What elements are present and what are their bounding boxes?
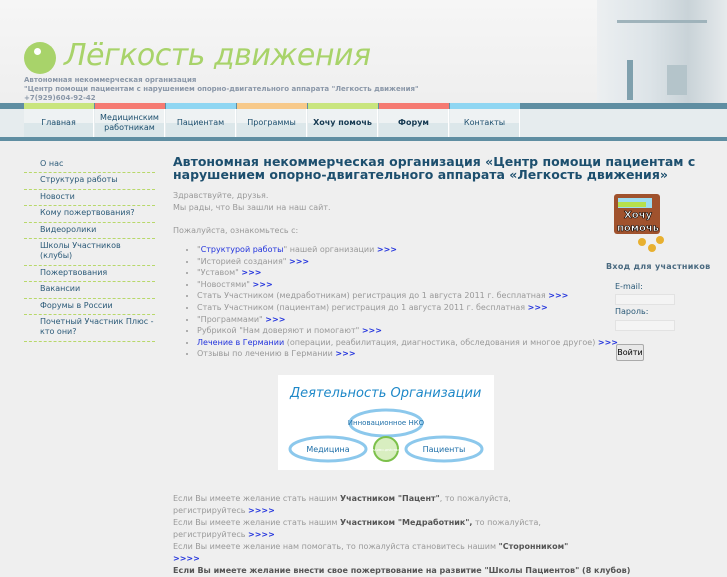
register-patient-link[interactable]: >>>> <box>248 506 275 515</box>
nav-item[interactable]: Контакты <box>450 109 520 137</box>
sidebar-item[interactable]: Вакансии <box>24 282 155 299</box>
password-label: Пароль: <box>615 307 649 316</box>
text: Отзывы по лечению в Германии <box>197 349 336 359</box>
text: " нашей организации <box>283 245 377 254</box>
main-nav: Главная Медицинским работникам Пациентам Пр… <box>0 109 727 137</box>
sidebar-item[interactable]: Видеоролики <box>24 223 155 240</box>
nav-item[interactable]: Программы <box>237 109 307 137</box>
sidebar-item[interactable]: Школы Участников (клубы) <box>24 239 155 266</box>
text: Если Вы имеете желание нам помогать, то … <box>173 542 499 551</box>
more-link[interactable]: >>> <box>253 280 273 289</box>
sidebar-item[interactable]: Структура работы <box>24 173 155 190</box>
more-link[interactable]: >>> <box>289 257 309 266</box>
diagram-left: Медицина <box>306 445 349 454</box>
donation-text: Если Вы имеете желание внести свое пожер… <box>173 566 631 575</box>
text: Стать Участником (медработникам) регистр… <box>197 291 549 301</box>
more-link[interactable]: >>> <box>241 268 261 277</box>
bold-text: Участником "Пацент" <box>340 494 440 503</box>
more-link[interactable]: >>> <box>335 349 355 358</box>
sidebar-item[interactable]: О нас <box>24 157 155 174</box>
more-link[interactable]: >>> <box>548 291 568 300</box>
more-link[interactable]: >>> <box>598 338 618 347</box>
nav-item[interactable]: Главная <box>24 109 94 137</box>
org-line1: Автономная некоммерческая организация <box>24 76 197 84</box>
sidebar-menu: О нас Структура работы Новости Кому пожертв… <box>24 157 155 342</box>
bottom-text: Если Вы имеете желание стать нашим Участ… <box>173 493 631 577</box>
nav-bottom-bar <box>0 137 727 141</box>
more-link[interactable]: >>> <box>362 326 382 335</box>
password-field[interactable] <box>615 320 675 331</box>
header: Лёгкость движения Автономная некоммерчес… <box>0 0 727 141</box>
text: Если Вы имеете желание стать нашим <box>173 518 341 527</box>
org-line2: "Центр помощи пациентам с нарушением опо… <box>24 85 419 93</box>
sidebar-item[interactable]: Форумы в России <box>24 299 155 316</box>
help-banner[interactable]: Хочу помочь <box>612 190 668 256</box>
diagram-right: Пациенты <box>423 445 466 454</box>
text: Стать Участником (пациентам) регистрация… <box>197 302 528 312</box>
more-link[interactable]: >>> <box>265 315 285 324</box>
page-title: Автономная некоммерческая организация «Ц… <box>173 154 696 182</box>
nav-item[interactable]: Хочу помочь <box>308 109 378 137</box>
text: "Программами" <box>197 314 266 324</box>
text: "Уставом" <box>197 268 242 278</box>
more-link[interactable]: >>> <box>528 303 548 312</box>
logo-text[interactable]: Лёгкость движения <box>64 38 371 73</box>
banner-text: Хочу <box>624 210 652 221</box>
sidebar-item[interactable]: Кому пожертвования? <box>24 206 155 223</box>
text: Рубрикой "Нам доверяют и помогают" <box>197 326 362 336</box>
more-link[interactable]: >>> <box>377 245 397 254</box>
text: (операции, реабилитация, диагностика, об… <box>284 337 598 347</box>
email-field[interactable] <box>615 294 675 305</box>
supporter-link[interactable]: >>>> <box>173 554 200 563</box>
nav-item[interactable]: Пациентам <box>166 109 236 137</box>
bold-text: Участником "Медработник", <box>340 518 473 527</box>
nav-item[interactable]: Медицинским работникам <box>95 109 165 137</box>
activity-diagram: Деятельность Организации Инновационное Н… <box>278 375 494 470</box>
login-button[interactable]: Войти <box>616 344 644 361</box>
svg-text:помочь: помочь <box>617 223 659 234</box>
sidebar-item[interactable]: Новости <box>24 190 155 207</box>
diagram-title: Деятельность Организации <box>289 386 481 401</box>
diagram-top: Инновационное НКО <box>348 419 425 427</box>
diagram-center: ВЗАИМО-ДЕЙСТВИЕ <box>371 447 402 452</box>
bold-text: "Сторонником" <box>498 542 569 551</box>
phone: +7(929)604-92-42 <box>24 94 96 102</box>
text: Если Вы имеете желание стать нашим <box>173 494 341 503</box>
text: "Историей создания" <box>197 256 290 266</box>
logo-icon[interactable] <box>24 42 56 74</box>
register-medic-link[interactable]: >>>> <box>248 530 275 539</box>
item-link[interactable]: Структурой работы <box>201 245 284 254</box>
nav-item[interactable]: Форум <box>379 109 449 137</box>
text: "Новостями" <box>197 279 253 289</box>
sidebar-item[interactable]: Почетный Участник Плюс - кто они? <box>24 315 155 342</box>
item-link[interactable]: Лечение в Германии <box>197 338 284 347</box>
login-title: Вход для участников <box>606 262 711 271</box>
email-label: E-mail: <box>615 282 643 291</box>
sidebar-item[interactable]: Пожертвования <box>24 266 155 283</box>
